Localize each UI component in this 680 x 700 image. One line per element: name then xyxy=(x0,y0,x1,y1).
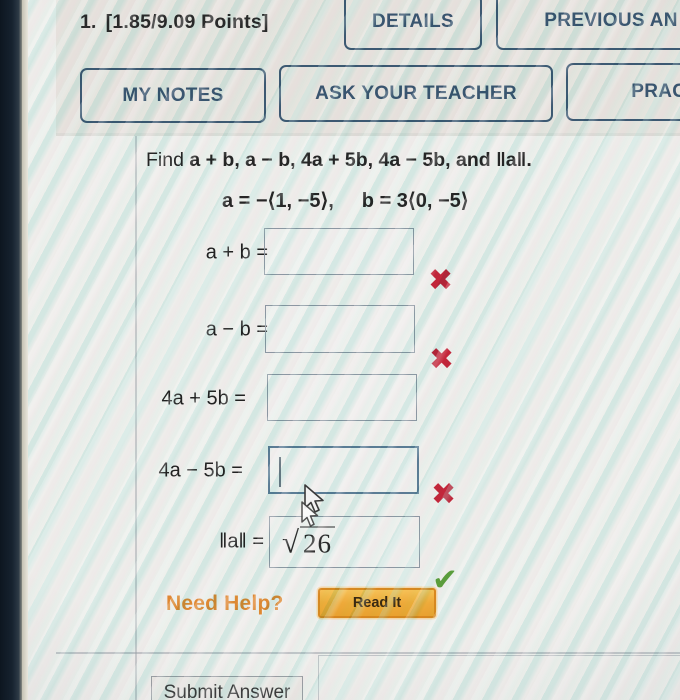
my-notes-button[interactable]: MY NOTES xyxy=(80,68,266,123)
answer-label: a − b = xyxy=(205,318,268,341)
answer-label: ‖a‖ = xyxy=(219,530,264,553)
answer-input-magnitude-a[interactable]: √ 26 xyxy=(269,516,420,568)
given-vector-a: a = −⟨1, −5⟩, xyxy=(222,190,334,212)
header-row-bottom: MY NOTES ASK YOUR TEACHER PRACTICE xyxy=(56,60,680,133)
answer-row: ‖a‖ = √ 26 ✔ xyxy=(56,508,486,596)
points-value: [1.85/9.09 Points] xyxy=(105,11,269,33)
answer-value-sqrt: √ 26 xyxy=(282,524,336,560)
details-button[interactable]: DETAILS xyxy=(344,0,482,50)
ask-your-teacher-button[interactable]: ASK YOUR TEACHER xyxy=(279,65,553,122)
points-display: 1. [1.85/9.09 Points] xyxy=(80,11,269,34)
answer-input-a-minus-b[interactable] xyxy=(265,305,415,353)
given-vector-b: b = 3⟨0, −5⟩ xyxy=(361,190,469,212)
question-header: 1. [1.85/9.09 Points] DETAILS PREVIOUS AN… xyxy=(56,0,680,133)
answer-input-a-plus-b[interactable] xyxy=(264,228,414,275)
prompt-prefix: Find xyxy=(146,149,190,171)
answer-row: 4a − 5b = ✖ xyxy=(56,439,486,510)
answer-row: a − b = ✖ xyxy=(56,303,486,375)
given-vectors: a = −⟨1, −5⟩, b = 3⟨0, −5⟩ xyxy=(222,188,469,213)
read-it-button[interactable]: Read It xyxy=(318,588,436,618)
practice-another-button[interactable]: PRACTICE xyxy=(566,63,680,121)
answer-label: a + b = xyxy=(205,241,268,264)
radical-sign: √ xyxy=(282,524,300,560)
previous-answers-button[interactable]: PREVIOUS AN xyxy=(496,0,680,50)
answer-input-4a-plus-5b[interactable] xyxy=(267,374,417,421)
prompt-terms: a + b, a − b, 4a + 5b, 4a − 5b, and ‖a‖. xyxy=(189,149,532,171)
answer-label: 4a − 5b = xyxy=(158,459,243,482)
screen-bezel xyxy=(0,0,22,700)
submit-answer-button[interactable]: Submit Answer xyxy=(151,676,303,700)
radicand-value: 26 xyxy=(300,526,336,560)
header-row-top: 1. [1.85/9.09 Points] DETAILS PREVIOUS AN xyxy=(56,0,680,60)
footer-right-panel xyxy=(318,655,680,700)
problem-body: Find a + b, a − b, 4a + 5b, 4a − 5b, and… xyxy=(56,136,680,700)
incorrect-icon: ✖ xyxy=(431,477,457,512)
question-number: 1. xyxy=(80,11,97,33)
need-help-label: Need Help? xyxy=(166,592,284,615)
problem-prompt: Find a + b, a − b, 4a + 5b, 4a − 5b, and… xyxy=(146,149,532,172)
answer-row: 4a + 5b = xyxy=(56,367,486,421)
answer-label: 4a + 5b = xyxy=(161,387,246,410)
text-caret xyxy=(279,457,281,487)
answer-row: a + b = ✖ xyxy=(56,226,486,296)
answer-input-4a-minus-5b[interactable] xyxy=(268,446,419,494)
photographed-screen: 1. [1.85/9.09 Points] DETAILS PREVIOUS AN… xyxy=(0,0,680,700)
incorrect-icon: ✖ xyxy=(428,263,454,298)
footer-divider xyxy=(56,652,680,654)
